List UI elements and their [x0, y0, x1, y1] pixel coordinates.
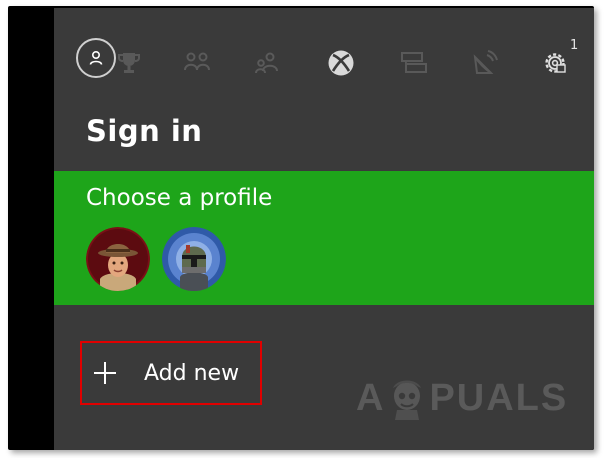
mascot-icon	[387, 376, 427, 420]
guide-nav-bar: 1	[54, 8, 594, 108]
bounty-hunter-avatar[interactable]	[162, 227, 226, 291]
messages-icon[interactable]	[398, 48, 428, 78]
add-new-button[interactable]: Add new	[80, 341, 262, 405]
settings-icon[interactable]	[540, 48, 570, 78]
page-title: Sign in	[86, 114, 203, 148]
choose-profile-section: Choose a profile	[54, 171, 594, 305]
watermark-prefix: A	[356, 376, 386, 419]
settings-badge: 1	[570, 38, 579, 53]
choose-profile-label: Choose a profile	[86, 185, 273, 211]
friends-icon[interactable]	[182, 48, 212, 78]
screenshot-frame: 1 Sign in Choose a profile Add new A PUA…	[8, 6, 594, 450]
guide-panel: 1 Sign in Choose a profile Add new A PUA…	[54, 8, 594, 450]
xbox-icon[interactable]	[326, 48, 356, 78]
broadcast-icon[interactable]	[470, 48, 500, 78]
profile-icon[interactable]	[76, 38, 116, 78]
plus-icon	[92, 360, 118, 386]
watermark-logo: A PUALS	[356, 376, 568, 420]
add-new-label: Add new	[144, 360, 240, 386]
achievements-icon[interactable]	[114, 48, 144, 78]
watermark-suffix: PUALS	[429, 376, 569, 419]
explorer-avatar[interactable]	[86, 227, 150, 291]
party-icon[interactable]	[252, 48, 282, 78]
